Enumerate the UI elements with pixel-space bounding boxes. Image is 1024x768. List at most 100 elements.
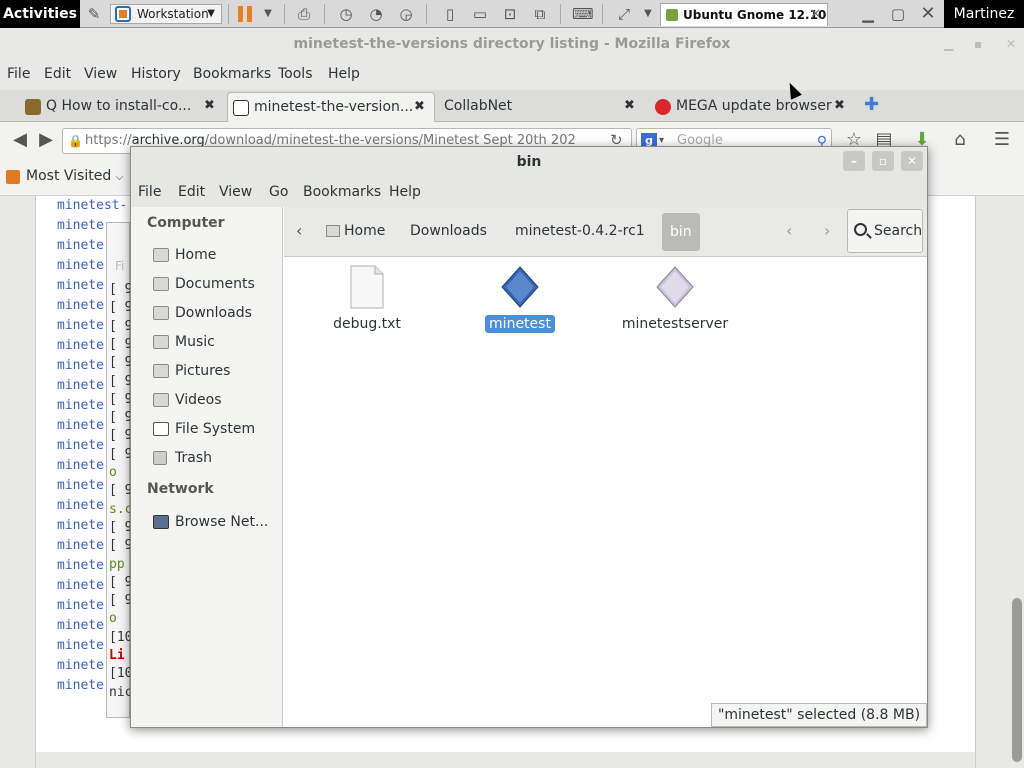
vm-selector-dropdown[interactable]: Workstation ▼	[110, 4, 222, 24]
back-icon[interactable]: ◀	[8, 129, 32, 153]
menu-help[interactable]: Help	[328, 66, 360, 82]
directory-link[interactable]: minete	[57, 458, 104, 473]
unity-icon[interactable]: ⧉	[530, 4, 550, 24]
tab-mega-update[interactable]: MEGA update browser ✖	[650, 92, 854, 122]
maximize-icon[interactable]: ▪	[974, 28, 982, 60]
breadcrumb-downloads[interactable]: Downloads	[410, 223, 487, 239]
directory-link[interactable]: minete	[57, 538, 104, 553]
directory-link[interactable]: minete	[57, 398, 104, 413]
forward-icon[interactable]: ▶	[34, 129, 58, 153]
sidebar-item-home[interactable]: Home	[153, 245, 281, 265]
back-icon[interactable]: ‹	[786, 221, 792, 240]
close-icon[interactable]: ✖	[204, 92, 215, 120]
tab-how-to-install[interactable]: Q How to install-co... ✖	[20, 92, 224, 122]
tab-minetest-versions[interactable]: minetest-the-version... ✖	[227, 92, 435, 122]
directory-link[interactable]: minete	[57, 678, 104, 693]
sidebar-item-pictures[interactable]: Pictures	[153, 361, 281, 381]
maximize-icon[interactable]: ▫	[872, 151, 894, 171]
send-keys-icon[interactable]: ⎙	[294, 4, 314, 24]
directory-link[interactable]: minete	[57, 638, 104, 653]
home-icon[interactable]: ⌂	[948, 129, 972, 153]
tab-collabnet[interactable]: CollabNet ✖	[418, 92, 642, 122]
close-icon[interactable]: ✕	[901, 151, 923, 171]
sidebar-item-documents[interactable]: Documents	[153, 274, 281, 294]
thumbnail-toggle-icon[interactable]: ▭	[470, 4, 490, 24]
close-icon[interactable]: ✖	[834, 92, 845, 120]
maximize-icon[interactable]: ▢	[888, 4, 908, 24]
menu-file[interactable]: File	[138, 184, 161, 200]
directory-link[interactable]: minete	[57, 278, 104, 293]
breadcrumb-minetest[interactable]: minetest-0.4.2-rc1	[515, 223, 645, 239]
page-scrollbar[interactable]	[1012, 598, 1022, 762]
directory-link[interactable]: minete	[57, 238, 104, 253]
menu-edit[interactable]: Edit	[178, 184, 205, 200]
directory-link[interactable]: minete	[57, 498, 104, 513]
new-tab-icon[interactable]: ✚	[864, 94, 879, 115]
sidebar-toggle-icon[interactable]: ▯	[440, 4, 460, 24]
menu-view[interactable]: View	[219, 184, 252, 200]
activities-button[interactable]: Activities	[0, 0, 80, 28]
fullscreen-menu-arrow-icon[interactable]: ▼	[638, 4, 658, 24]
directory-link[interactable]: minete	[57, 218, 104, 233]
menu-bookmarks[interactable]: Bookmarks	[303, 184, 381, 200]
menu-tools[interactable]: Tools	[278, 66, 313, 82]
sidebar-item-music[interactable]: Music	[153, 332, 281, 352]
close-icon[interactable]: ✕	[1006, 28, 1016, 60]
breadcrumb-bin[interactable]: bin	[662, 213, 700, 251]
menu-icon[interactable]: ☰	[990, 129, 1014, 153]
close-icon[interactable]: ✕	[918, 4, 938, 24]
minimize-icon[interactable]: –	[843, 151, 865, 171]
user-menu[interactable]: Martinez	[944, 0, 1024, 28]
pause-bar-right[interactable]	[247, 6, 252, 22]
sidebar-item-file-system[interactable]: File System	[153, 419, 281, 439]
fit-guest-icon[interactable]: ⊡	[500, 4, 520, 24]
search-button[interactable]: Search	[847, 209, 923, 253]
directory-link[interactable]: minete	[57, 318, 104, 333]
menu-history[interactable]: History	[131, 66, 181, 82]
directory-link[interactable]: minete	[57, 658, 104, 673]
directory-link[interactable]: minete	[57, 478, 104, 493]
console-icon[interactable]: ⌨	[572, 4, 594, 24]
directory-link[interactable]: minete	[57, 418, 104, 433]
vm-tab[interactable]: Ubuntu Gnome 12.10 ✕	[660, 3, 828, 26]
minimize-icon[interactable]: ▁	[858, 4, 878, 24]
file-item-minetestserver[interactable]: minetestserver	[615, 265, 735, 333]
file-item-debug-txt[interactable]: debug.txt	[307, 265, 427, 333]
close-icon[interactable]: ✕	[810, 4, 821, 26]
directory-link[interactable]: minete	[57, 378, 104, 393]
pause-bar-left[interactable]	[238, 6, 243, 22]
snapshot-icon[interactable]: ◷	[336, 4, 356, 24]
fullscreen-icon[interactable]: ⤢	[614, 4, 634, 24]
revert-snapshot-icon[interactable]: ◔	[366, 4, 386, 24]
menu-edit[interactable]: Edit	[44, 66, 71, 82]
breadcrumb-home[interactable]: Home	[326, 223, 385, 239]
forward-icon[interactable]: ›	[824, 221, 830, 240]
directory-link[interactable]: minete	[57, 558, 104, 573]
pause-menu-arrow-icon[interactable]: ▼	[258, 4, 278, 24]
sidebar-item-videos[interactable]: Videos	[153, 390, 281, 410]
chevron-left-icon[interactable]: ‹	[296, 221, 302, 240]
directory-link[interactable]: minete	[57, 598, 104, 613]
directory-link[interactable]: minete	[57, 338, 104, 353]
menu-view[interactable]: View	[84, 66, 117, 82]
directory-link[interactable]: minete	[57, 358, 104, 373]
file-item-minetest[interactable]: minetest	[460, 265, 580, 333]
minimize-icon[interactable]: ▁	[944, 28, 953, 60]
sidebar-item-browse-network[interactable]: Browse Net...	[153, 512, 281, 532]
sidebar-item-downloads[interactable]: Downloads	[153, 303, 281, 323]
directory-link[interactable]: minete	[57, 518, 104, 533]
menu-bookmarks[interactable]: Bookmarks	[193, 66, 271, 82]
directory-link[interactable]: minete	[57, 578, 104, 593]
directory-link[interactable]: minete	[57, 618, 104, 633]
close-icon[interactable]: ✖	[624, 92, 635, 120]
directory-link[interactable]: minete	[57, 298, 104, 313]
sidebar-item-trash[interactable]: Trash	[153, 448, 281, 468]
pin-icon[interactable]: ✎	[84, 4, 104, 24]
directory-link[interactable]: minetest-	[57, 198, 127, 213]
snapshot-manager-icon[interactable]: ◶	[396, 4, 416, 24]
menu-help[interactable]: Help	[389, 184, 421, 200]
most-visited-bookmark[interactable]: Most Visited ⌵	[6, 168, 123, 184]
menu-file[interactable]: File	[7, 66, 30, 82]
menu-go[interactable]: Go	[269, 184, 288, 200]
directory-link[interactable]: minete	[57, 258, 104, 273]
